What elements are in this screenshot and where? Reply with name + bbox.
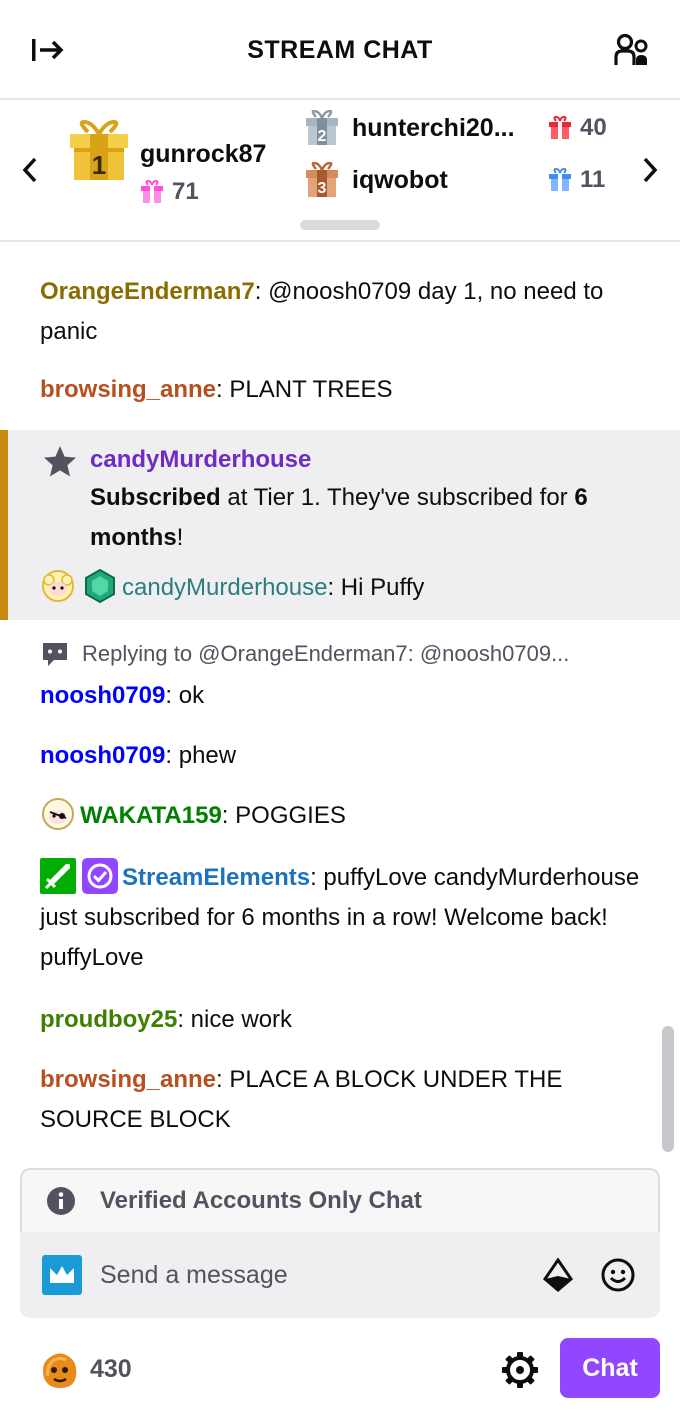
chat-message[interactable]: proudboy25: nice work: [40, 1000, 650, 1040]
chat-username[interactable]: browsing_anne: [40, 376, 216, 403]
leaderboard-drag-handle[interactable]: [300, 220, 380, 230]
community-icon: [614, 33, 648, 65]
chat-message[interactable]: OrangeEnderman7: @noosh0709 day 1, no ne…: [40, 272, 650, 352]
emote-icon[interactable]: [600, 1257, 636, 1293]
gear-icon[interactable]: [500, 1350, 540, 1390]
chat-username[interactable]: browsing_anne: [40, 1066, 216, 1093]
channel-points-count: 430: [90, 1354, 132, 1383]
info-icon: [47, 1187, 75, 1215]
chat-message[interactable]: WAKATA159: POGGIES: [40, 796, 650, 836]
chat-message-text: Hi Puffy: [334, 574, 425, 601]
gift-icon: [549, 116, 571, 139]
second-place-gift-count: 40: [548, 114, 607, 142]
page-title: STREAM CHAT: [247, 36, 433, 64]
second-place-username: hunterchi20...: [352, 113, 515, 142]
third-place-gift-count: 11: [548, 166, 605, 194]
svg-text:3: 3: [318, 180, 327, 197]
chat-message-text: phew: [172, 742, 237, 769]
chat-footer: 430 Chat: [0, 1336, 680, 1400]
chat-username[interactable]: noosh0709: [40, 682, 165, 709]
subscriber-username[interactable]: candyMurderhouse: [90, 440, 311, 480]
star-icon: [44, 446, 76, 477]
chat-username[interactable]: noosh0709: [40, 742, 165, 769]
chat-input-row: [20, 1232, 660, 1318]
chevron-right-icon: [643, 157, 658, 183]
svg-text:1: 1: [92, 150, 106, 180]
pirate-sheep-badge-icon: [42, 797, 74, 830]
chat-message-text: POGGIES: [228, 802, 346, 829]
leaderboard-third-place[interactable]: 3 iqwobot 11: [304, 160, 624, 200]
send-chat-button[interactable]: Chat: [560, 1338, 660, 1398]
chat-scrollbar[interactable]: [662, 1026, 674, 1152]
chat-message[interactable]: candyMurderhouse: Hi Puffy: [40, 568, 660, 608]
community-button[interactable]: [612, 30, 652, 70]
chat-message-list[interactable]: OrangeEnderman7: @noosh0709 day 1, no ne…: [0, 244, 680, 1166]
moderator-sword-badge-icon: [40, 857, 76, 894]
chat-message[interactable]: noosh0709: ok: [40, 676, 650, 716]
subscription-text: Subscribed at Tier 1. They've subscribed…: [90, 484, 588, 551]
chat-username[interactable]: candyMurderhouse: [122, 574, 327, 601]
leaderboard-second-place[interactable]: 2 hunterchi20... 40: [304, 108, 624, 148]
svg-text:2: 2: [318, 128, 327, 145]
reply-context[interactable]: Replying to @OrangeEnderman7: @noosh0709…: [40, 640, 650, 668]
first-place-gift-count: 71: [140, 178, 199, 206]
sheep-badge-icon: [42, 569, 74, 602]
chat-mode-notice: Verified Accounts Only Chat: [20, 1168, 660, 1232]
chat-message[interactable]: browsing_anne: PLACE A BLOCK UNDER THE S…: [40, 1060, 650, 1140]
gold-gift-rank-1-icon: 1: [70, 120, 128, 180]
chat-message-text: ok: [172, 682, 205, 709]
bronze-gift-rank-3-icon: 3: [306, 162, 338, 197]
leaderboard-next-button[interactable]: [636, 150, 664, 190]
prime-crown-icon[interactable]: [42, 1255, 82, 1295]
channel-points-button[interactable]: 430: [38, 1348, 132, 1390]
first-place-username: gunrock87: [140, 140, 267, 168]
silver-gift-rank-2-icon: 2: [306, 110, 338, 145]
chat-message[interactable]: StreamElements: puffyLove candyMurderhou…: [40, 857, 650, 978]
channel-points-icon: [43, 1353, 77, 1388]
chat-username[interactable]: proudboy25: [40, 1006, 177, 1033]
chat-message-text: nice work: [184, 1006, 293, 1033]
bits-icon[interactable]: [540, 1257, 576, 1293]
chat-username[interactable]: WAKATA159: [80, 802, 222, 829]
chat-input[interactable]: [100, 1260, 540, 1290]
chat-composer: Verified Accounts Only Chat: [20, 1168, 660, 1318]
subscription-notice: candyMurderhouse Subscribed at Tier 1. T…: [0, 430, 680, 620]
reply-icon: [43, 643, 67, 666]
leaderboard-prev-button[interactable]: [16, 150, 44, 190]
reply-text: Replying to @OrangeEnderman7: @noosh0709…: [82, 641, 570, 666]
gift-icon: [141, 180, 163, 203]
gift-leaderboard: 1 gunrock87 71 2 hunterchi20... 40 3 iqw…: [0, 100, 680, 242]
chat-username[interactable]: StreamElements: [122, 864, 310, 891]
gift-icon: [549, 168, 571, 191]
verified-bot-badge-icon: [82, 857, 118, 894]
chat-message-text: PLANT TREES: [222, 376, 393, 403]
chevron-left-icon: [22, 157, 37, 183]
chat-mode-notice-text: Verified Accounts Only Chat: [100, 1187, 422, 1214]
chat-username[interactable]: OrangeEnderman7: [40, 278, 255, 305]
chat-message[interactable]: noosh0709: phew: [40, 736, 650, 776]
emerald-badge-icon: [85, 568, 115, 603]
chat-header: STREAM CHAT: [0, 0, 680, 100]
chat-message[interactable]: browsing_anne: PLANT TREES: [40, 370, 650, 410]
third-place-username: iqwobot: [352, 165, 448, 194]
